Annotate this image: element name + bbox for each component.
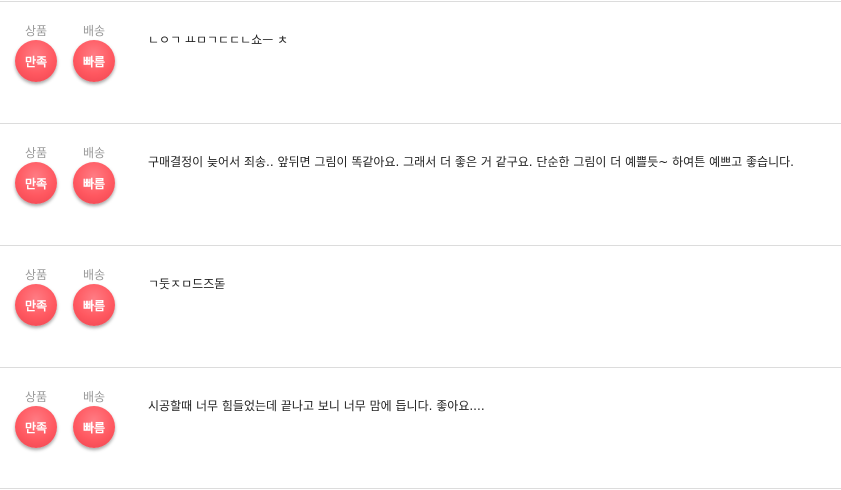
review-item: 상품 만족 배송 빠름 시공할때 너무 힘들었는데 끝나고 보니 너무 맘에 듭… <box>0 367 841 488</box>
delivery-rating: 배송 빠름 <box>72 146 116 204</box>
product-rating: 상품 만족 <box>14 268 58 326</box>
delivery-rating-label: 배송 <box>82 24 106 38</box>
product-rating-badge: 만족 <box>15 406 57 448</box>
delivery-rating: 배송 빠름 <box>72 24 116 82</box>
product-rating: 상품 만족 <box>14 146 58 204</box>
review-item: 상품 만족 배송 빠름 ㄱ둣ㅈㅁ드즈돋 <box>0 245 841 366</box>
product-rating-badge: 만족 <box>15 284 57 326</box>
review-item: 상품 만족 배송 빠름 구매결정이 늦어서 죄송.. 앞뒤면 그림이 똑같아요.… <box>0 123 841 244</box>
delivery-rating-label: 배송 <box>82 146 106 160</box>
review-text: 시공할때 너무 힘들었는데 끝나고 보니 너무 맘에 듭니다. 좋아요.... <box>148 399 485 413</box>
product-rating: 상품 만족 <box>14 390 58 448</box>
product-rating-badge: 만족 <box>15 40 57 82</box>
product-rating-badge: 만족 <box>15 162 57 204</box>
product-rating-label: 상품 <box>24 24 48 38</box>
product-rating-label: 상품 <box>24 146 48 160</box>
delivery-rating-badge: 빠름 <box>73 284 115 326</box>
delivery-rating: 배송 빠름 <box>72 268 116 326</box>
list-divider <box>0 488 841 489</box>
delivery-rating: 배송 빠름 <box>72 390 116 448</box>
delivery-rating-badge: 빠름 <box>73 40 115 82</box>
review-text: 구매결정이 늦어서 죄송.. 앞뒤면 그림이 똑같아요. 그래서 더 좋은 거 … <box>148 155 794 169</box>
review-text: ㄱ둣ㅈㅁ드즈돋 <box>148 277 226 291</box>
review-item: 상품 만족 배송 빠름 ㄴㅇㄱ ㅛㅁㄱㄷㄷㄴ쇼ㅡ ㅊ <box>0 1 841 122</box>
product-rating-label: 상품 <box>24 390 48 404</box>
product-rating: 상품 만족 <box>14 24 58 82</box>
delivery-rating-label: 배송 <box>82 268 106 282</box>
product-rating-label: 상품 <box>24 268 48 282</box>
delivery-rating-badge: 빠름 <box>73 162 115 204</box>
delivery-rating-badge: 빠름 <box>73 406 115 448</box>
delivery-rating-label: 배송 <box>82 390 106 404</box>
review-text: ㄴㅇㄱ ㅛㅁㄱㄷㄷㄴ쇼ㅡ ㅊ <box>148 33 289 47</box>
